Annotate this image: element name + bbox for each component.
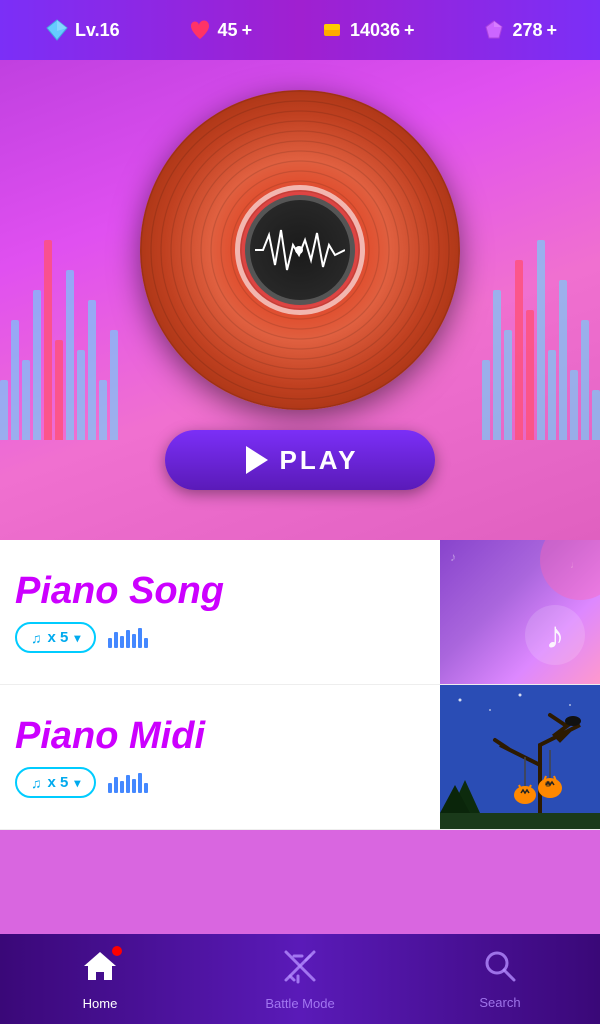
battle-label: Battle Mode bbox=[265, 996, 334, 1011]
eq-bar bbox=[110, 330, 118, 440]
play-icon bbox=[246, 446, 268, 474]
notification-dot bbox=[112, 946, 122, 956]
piano-song-card[interactable]: Piano Song ♫ x 5 ▾ ♪ bbox=[0, 540, 600, 685]
battle-icon bbox=[282, 948, 318, 984]
eq-bar bbox=[66, 270, 74, 440]
eq-bar bbox=[559, 280, 567, 440]
nav-battle[interactable]: Battle Mode bbox=[200, 948, 400, 1011]
deco-note: ♪ bbox=[450, 550, 456, 564]
eq-bar bbox=[493, 290, 501, 440]
eq-bar bbox=[526, 310, 534, 440]
eq-bar bbox=[11, 320, 19, 440]
search-nav-icon bbox=[483, 949, 517, 991]
card1-ticket-label: x 5 bbox=[48, 629, 69, 646]
card2-title: Piano Midi bbox=[15, 716, 425, 758]
eq-bar bbox=[570, 370, 578, 440]
gems-value: 278 bbox=[512, 20, 542, 41]
home-label: Home bbox=[83, 996, 118, 1011]
eq-bar bbox=[515, 260, 523, 440]
thumb-icon: ♪ bbox=[520, 600, 590, 675]
music-note-icon: ♫ bbox=[31, 630, 42, 646]
eq-bars-left bbox=[0, 80, 118, 440]
eq-bar bbox=[581, 320, 589, 440]
search-icon bbox=[483, 949, 517, 983]
nav-home[interactable]: Home bbox=[0, 948, 200, 1011]
card1-stats-button[interactable] bbox=[108, 628, 148, 648]
heart-icon bbox=[186, 16, 214, 44]
battle-nav-icon bbox=[282, 948, 318, 992]
eq-bar bbox=[77, 350, 85, 440]
eq-bar bbox=[22, 360, 30, 440]
chevron-down-icon: ▾ bbox=[74, 631, 80, 645]
gold-stat: 14036 + bbox=[318, 16, 415, 44]
play-button[interactable]: PLAY bbox=[165, 430, 435, 490]
eq-bar bbox=[44, 240, 52, 440]
top-bar: Lv.16 45 + 14036 + 278 + bbox=[0, 0, 600, 60]
card2-buttons: ♫ x 5 ▾ bbox=[15, 767, 425, 798]
svg-text:♪: ♪ bbox=[546, 615, 565, 657]
piano-midi-card[interactable]: Piano Midi ♫ x 5 ▾ bbox=[0, 685, 600, 830]
hearts-plus: + bbox=[242, 20, 253, 41]
gold-value: 14036 bbox=[350, 20, 400, 41]
deco-circle bbox=[540, 540, 600, 600]
card1-title: Piano Song bbox=[15, 571, 425, 613]
chevron-down-icon: ▾ bbox=[74, 776, 80, 790]
eq-bar bbox=[537, 240, 545, 440]
vinyl-record bbox=[140, 90, 460, 410]
card2-stats-button[interactable] bbox=[108, 773, 148, 793]
gold-plus: + bbox=[404, 20, 415, 41]
eq-bar bbox=[55, 340, 63, 440]
level-value: Lv.16 bbox=[75, 20, 120, 41]
main-area: PLAY bbox=[0, 60, 600, 540]
eq-bars-right bbox=[482, 80, 600, 440]
home-nav-icon bbox=[82, 948, 118, 992]
gem-icon bbox=[480, 16, 508, 44]
eq-bar bbox=[504, 330, 512, 440]
cards-area: Piano Song ♫ x 5 ▾ ♪ bbox=[0, 540, 600, 830]
hearts-value: 45 bbox=[218, 20, 238, 41]
vinyl-center bbox=[245, 195, 355, 305]
eq-bar bbox=[33, 290, 41, 440]
card2-thumbnail bbox=[440, 685, 600, 830]
eq-bar bbox=[592, 390, 600, 440]
eq-bar bbox=[88, 300, 96, 440]
gold-icon bbox=[318, 16, 346, 44]
eq-bar bbox=[548, 350, 556, 440]
diamond-icon bbox=[43, 16, 71, 44]
card1-buttons: ♫ x 5 ▾ bbox=[15, 622, 425, 653]
card1-ticket-button[interactable]: ♫ x 5 ▾ bbox=[15, 622, 96, 653]
halloween-tree bbox=[440, 685, 600, 830]
waveform-icon bbox=[255, 225, 345, 275]
card1-thumbnail: ♪ ♩ ♪ bbox=[440, 540, 600, 685]
halloween-scene bbox=[440, 685, 600, 830]
music-note-icon: ♫ bbox=[31, 775, 42, 791]
gems-stat: 278 + bbox=[480, 16, 557, 44]
card2-ticket-label: x 5 bbox=[48, 774, 69, 791]
eq-bar bbox=[482, 360, 490, 440]
bottom-navigation: Home Battle Mode Search bbox=[0, 934, 600, 1024]
card2-ticket-button[interactable]: ♫ x 5 ▾ bbox=[15, 767, 96, 798]
search-label: Search bbox=[479, 995, 520, 1010]
eq-bar bbox=[99, 380, 107, 440]
gems-plus: + bbox=[546, 20, 557, 41]
card1-text: Piano Song ♫ x 5 ▾ bbox=[0, 553, 440, 672]
card2-text: Piano Midi ♫ x 5 ▾ bbox=[0, 698, 440, 817]
level-stat: Lv.16 bbox=[43, 16, 120, 44]
eq-bar bbox=[0, 380, 8, 440]
hearts-stat: 45 + bbox=[186, 16, 253, 44]
play-label: PLAY bbox=[280, 445, 359, 476]
nav-search[interactable]: Search bbox=[400, 949, 600, 1010]
